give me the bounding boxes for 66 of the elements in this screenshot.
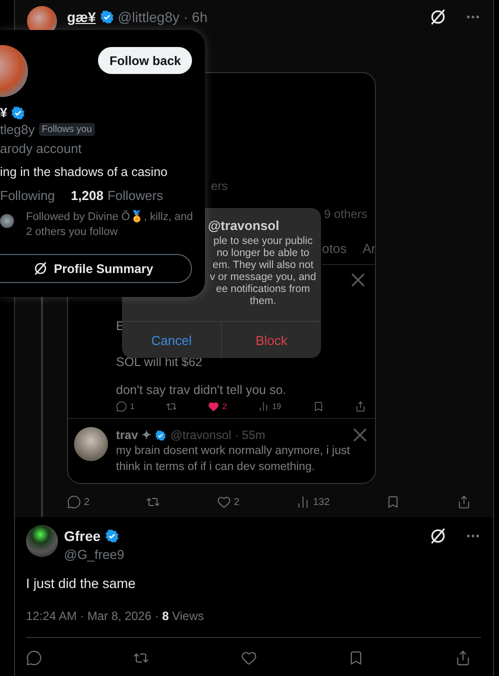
profile-handle: tleg8y bbox=[0, 122, 35, 137]
followers-count[interactable]: 1,208 bbox=[70, 188, 104, 203]
slashed-circle-icon[interactable] bbox=[429, 527, 447, 545]
action-count: 19 bbox=[272, 402, 282, 411]
post-text: I just did the same bbox=[26, 576, 137, 591]
author-name[interactable]: gæ¥ bbox=[67, 9, 96, 25]
follows-you-badge: Follows you bbox=[38, 123, 95, 136]
author-handle: @littleg8y · 6h bbox=[118, 9, 208, 25]
author-handle: @travonsol · 55m bbox=[170, 428, 266, 442]
author-name[interactable]: Gfree bbox=[64, 528, 101, 544]
tab-label: Ar bbox=[362, 241, 375, 256]
x-logo-icon bbox=[351, 273, 365, 287]
post-text: my brain dosent work normally anymore, i just think in terms of if i can dev something. bbox=[116, 444, 351, 475]
reply-icon[interactable] bbox=[116, 401, 127, 412]
verified-badge-icon bbox=[155, 430, 166, 440]
share-icon[interactable] bbox=[456, 495, 471, 509]
bookmark-icon[interactable] bbox=[386, 495, 400, 509]
action-count: 2 bbox=[234, 496, 240, 508]
verified-badge-icon bbox=[104, 529, 119, 543]
followed-by-text[interactable]: Followed by Divine Õ🏅, killz, and 2 others you follow bbox=[26, 210, 201, 240]
bookmark-icon[interactable] bbox=[312, 401, 324, 412]
dialog-button[interactable]: Cancel bbox=[122, 322, 221, 358]
followers-label[interactable]: Followers bbox=[107, 188, 164, 203]
following-label[interactable]: Following bbox=[0, 188, 55, 203]
dialog-text: no longer be able to bbox=[216, 247, 310, 259]
verified-badge-icon bbox=[11, 106, 26, 120]
avatar bbox=[0, 214, 14, 228]
action-count: 2 bbox=[84, 496, 90, 508]
share-icon[interactable] bbox=[355, 401, 366, 412]
repost-icon[interactable] bbox=[166, 401, 177, 412]
author-name: trav ✦ bbox=[116, 428, 152, 442]
heart-icon[interactable] bbox=[208, 401, 220, 412]
repost-icon[interactable] bbox=[146, 495, 160, 509]
verified-badge-icon bbox=[100, 10, 114, 24]
dialog-title: @travonsol bbox=[208, 218, 280, 233]
profile-bio: ing in the shadows of a casino bbox=[0, 165, 168, 179]
reply-icon[interactable] bbox=[26, 650, 42, 666]
dialog-text: them. bbox=[248, 295, 278, 307]
profile-summary-button[interactable]: Profile Summary bbox=[0, 254, 192, 283]
post-text: don't say trav didn't tell you so. bbox=[116, 382, 288, 398]
cut-text: ers bbox=[211, 179, 229, 193]
action-count: 132 bbox=[313, 496, 330, 508]
x-logo-icon bbox=[353, 428, 367, 442]
heart-icon[interactable] bbox=[240, 650, 256, 666]
dialog-text: v or message you, and bbox=[208, 271, 318, 283]
cut-text: 9 others bbox=[324, 207, 368, 221]
heart-icon[interactable] bbox=[216, 495, 231, 509]
views-icon[interactable] bbox=[258, 401, 270, 412]
profile-name[interactable]: ¥ bbox=[0, 105, 8, 120]
action-count: 1 bbox=[130, 402, 134, 411]
dialog-text: ple to see your public bbox=[212, 235, 314, 247]
post-meta: 12:24 AM · Mar 8, 2026 · 8 Views bbox=[26, 609, 481, 638]
share-icon[interactable] bbox=[455, 650, 471, 666]
follow-back-button[interactable]: Follow back bbox=[98, 47, 192, 74]
account-label: arody account bbox=[0, 141, 82, 156]
reply-icon[interactable] bbox=[67, 495, 81, 509]
avatar bbox=[74, 427, 108, 461]
dialog-text: ee notifications from bbox=[215, 283, 311, 295]
author-handle: @G_free9 bbox=[64, 547, 126, 562]
action-count: 2 bbox=[222, 402, 227, 411]
views-icon[interactable] bbox=[296, 495, 310, 509]
slashed-circle-icon[interactable] bbox=[429, 8, 447, 26]
tab-label: otos bbox=[322, 241, 347, 256]
avatar[interactable] bbox=[26, 525, 58, 557]
dialog-text: em. They will also not bbox=[212, 259, 314, 271]
slashed-circle-icon[interactable] bbox=[32, 261, 48, 276]
